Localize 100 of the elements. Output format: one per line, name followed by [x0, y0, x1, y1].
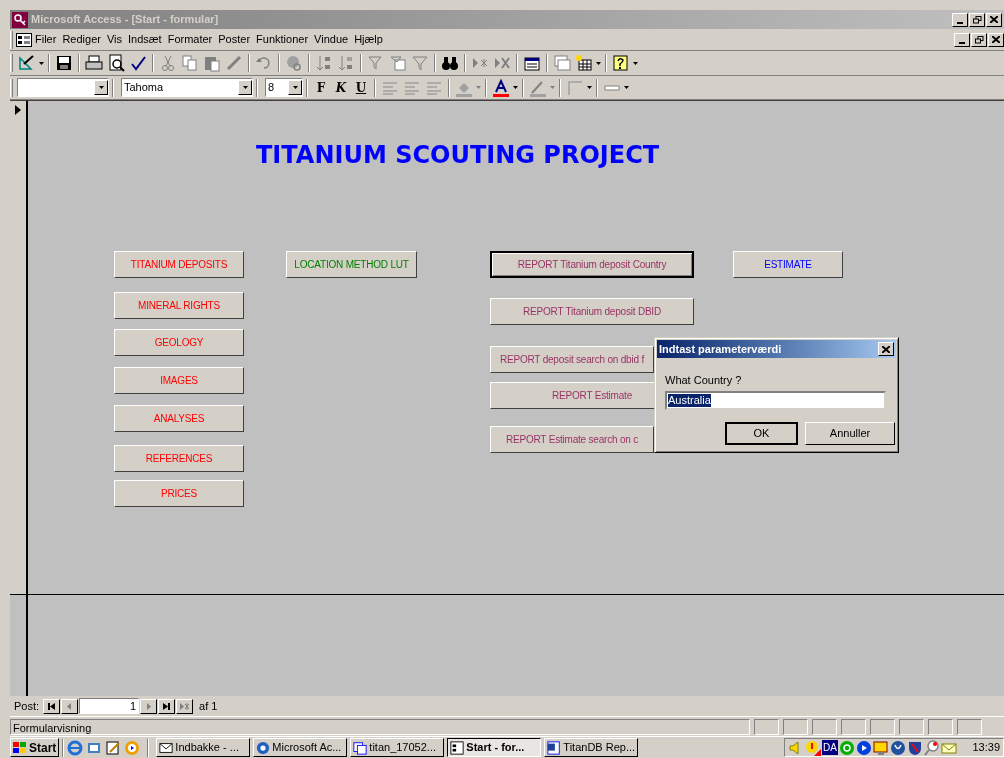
- paste-icon[interactable]: [203, 54, 221, 72]
- status-panel: [928, 719, 953, 735]
- restore-button[interactable]: [969, 12, 985, 27]
- caret-icon: [98, 86, 104, 89]
- document-icon: [547, 740, 562, 755]
- close-button[interactable]: [986, 12, 1002, 27]
- font-size-combo[interactable]: 8: [265, 78, 303, 97]
- taskbar-button[interactable]: titan_17052...: [350, 738, 445, 757]
- restore-icon: [974, 35, 984, 44]
- menu-item[interactable]: Filer: [32, 31, 60, 48]
- caret-icon[interactable]: [596, 61, 601, 65]
- next-record-button[interactable]: [140, 698, 158, 714]
- caret-icon[interactable]: [513, 86, 518, 89]
- close-icon: [990, 16, 998, 23]
- save-icon[interactable]: [55, 54, 73, 72]
- record-number-field[interactable]: 1: [79, 698, 140, 714]
- filter-form-icon[interactable]: [389, 54, 407, 72]
- dialog-title: Indtast parameterværdi: [659, 341, 783, 357]
- new-record-button[interactable]: [176, 698, 194, 714]
- menu-item[interactable]: Funktioner: [253, 31, 312, 48]
- previous-record-button[interactable]: [61, 698, 79, 714]
- status-panel: [812, 719, 837, 735]
- last-record-button[interactable]: [158, 698, 176, 714]
- print-icon[interactable]: [85, 54, 103, 72]
- restore-icon: [972, 15, 982, 24]
- caret-icon[interactable]: [624, 86, 629, 89]
- help-icon[interactable]: [612, 54, 630, 72]
- form-button[interactable]: REPORT Titanium deposit Country: [490, 251, 694, 278]
- italic-button[interactable]: K: [331, 78, 351, 97]
- taskbar-button[interactable]: Start - for...: [447, 738, 542, 757]
- parameter-field[interactable]: Australia: [665, 390, 886, 410]
- start-button[interactable]: Start: [10, 738, 60, 757]
- next-record-icon: [144, 702, 154, 710]
- form-button[interactable]: REPORT Titanium deposit DBID: [490, 298, 694, 325]
- form-button[interactable]: ESTIMATE: [733, 251, 843, 278]
- close-button[interactable]: [878, 342, 894, 356]
- language-indicator[interactable]: DA: [822, 740, 838, 755]
- media-player-icon[interactable]: [124, 739, 141, 756]
- menu-item[interactable]: Vindue: [311, 31, 352, 48]
- browser-icon[interactable]: [67, 739, 84, 756]
- caret-icon: [292, 86, 298, 89]
- caret-icon[interactable]: [633, 61, 638, 65]
- scissors-icon[interactable]: [159, 54, 177, 72]
- form-icon[interactable]: [16, 32, 32, 47]
- first-record-icon: [47, 702, 57, 710]
- form-button[interactable]: REPORT Estimate search on c: [490, 426, 654, 453]
- network-icon[interactable]: [889, 739, 906, 756]
- caret-icon[interactable]: [587, 86, 592, 89]
- menu-item[interactable]: Hjælp: [351, 31, 386, 48]
- warning-icon[interactable]: [805, 739, 821, 756]
- print-preview-icon[interactable]: [107, 54, 125, 72]
- status-panel: [957, 719, 982, 735]
- menu-item[interactable]: Indsæt: [125, 31, 165, 48]
- dialog-button[interactable]: Annuller: [805, 421, 895, 445]
- close-button[interactable]: [988, 32, 1004, 47]
- menu-item[interactable]: Vis: [103, 31, 125, 48]
- status-text: Formularvisning: [10, 719, 750, 735]
- first-record-button[interactable]: [43, 698, 61, 714]
- envelope-icon: [159, 740, 174, 755]
- new-record-icon: [180, 702, 190, 710]
- caret-icon[interactable]: [39, 61, 44, 65]
- minimize-button[interactable]: [954, 32, 970, 47]
- window-title: Microsoft Access - [Start - formular]: [31, 12, 219, 28]
- circle-icon: [256, 740, 271, 755]
- restore-button[interactable]: [971, 32, 987, 47]
- copy-icon[interactable]: [181, 54, 199, 72]
- underline-button[interactable]: U: [351, 78, 371, 97]
- spelling-icon[interactable]: [129, 54, 147, 72]
- taskbar-button[interactable]: Microsoft Ac...: [253, 738, 348, 757]
- windows-icon: [353, 740, 368, 755]
- dialog-button[interactable]: OK: [725, 421, 798, 445]
- play-icon[interactable]: [855, 739, 872, 756]
- form-button[interactable]: REPORT deposit search on dbid f: [490, 346, 654, 373]
- bold-button[interactable]: F: [311, 78, 331, 97]
- sort-ascending-icon[interactable]: [315, 54, 333, 72]
- last-record-icon: [162, 702, 172, 710]
- filter-icon[interactable]: [411, 54, 429, 72]
- properties-icon[interactable]: [523, 54, 541, 72]
- menu-item[interactable]: Rediger: [59, 31, 104, 48]
- binoculars-icon[interactable]: [441, 54, 459, 72]
- selected-text: Australia: [668, 393, 711, 407]
- key-icon: [12, 11, 28, 28]
- font-combo[interactable]: Tahoma: [121, 78, 253, 97]
- close-icon: [882, 345, 890, 353]
- taskbar-button[interactable]: Indbakke - ...: [156, 738, 251, 757]
- font-color-icon[interactable]: [492, 78, 510, 97]
- menu-item[interactable]: Poster: [215, 31, 254, 48]
- object-combo[interactable]: [17, 78, 109, 97]
- menu-item[interactable]: Formater: [164, 31, 216, 48]
- minimize-button[interactable]: [952, 12, 968, 27]
- shield-icon[interactable]: [906, 739, 923, 756]
- design-view-icon[interactable]: [18, 54, 36, 72]
- windows-logo-icon: [13, 741, 27, 754]
- new-object-icon[interactable]: [575, 54, 593, 72]
- sort-descending-icon[interactable]: [337, 54, 355, 72]
- notepad-icon[interactable]: [105, 739, 122, 756]
- taskbar-button[interactable]: TitanDB Rep...: [544, 738, 639, 757]
- magnifier-icon[interactable]: [923, 739, 940, 756]
- undo-icon[interactable]: [255, 54, 273, 72]
- minimize-icon: [957, 21, 963, 24]
